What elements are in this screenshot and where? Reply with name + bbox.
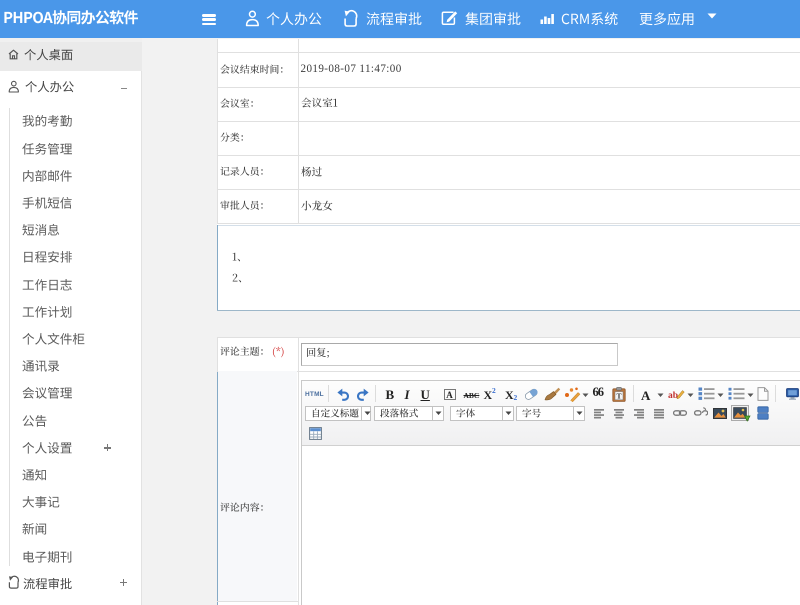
svg-text:T: T bbox=[616, 391, 621, 400]
svg-text:ab: ab bbox=[668, 391, 678, 401]
